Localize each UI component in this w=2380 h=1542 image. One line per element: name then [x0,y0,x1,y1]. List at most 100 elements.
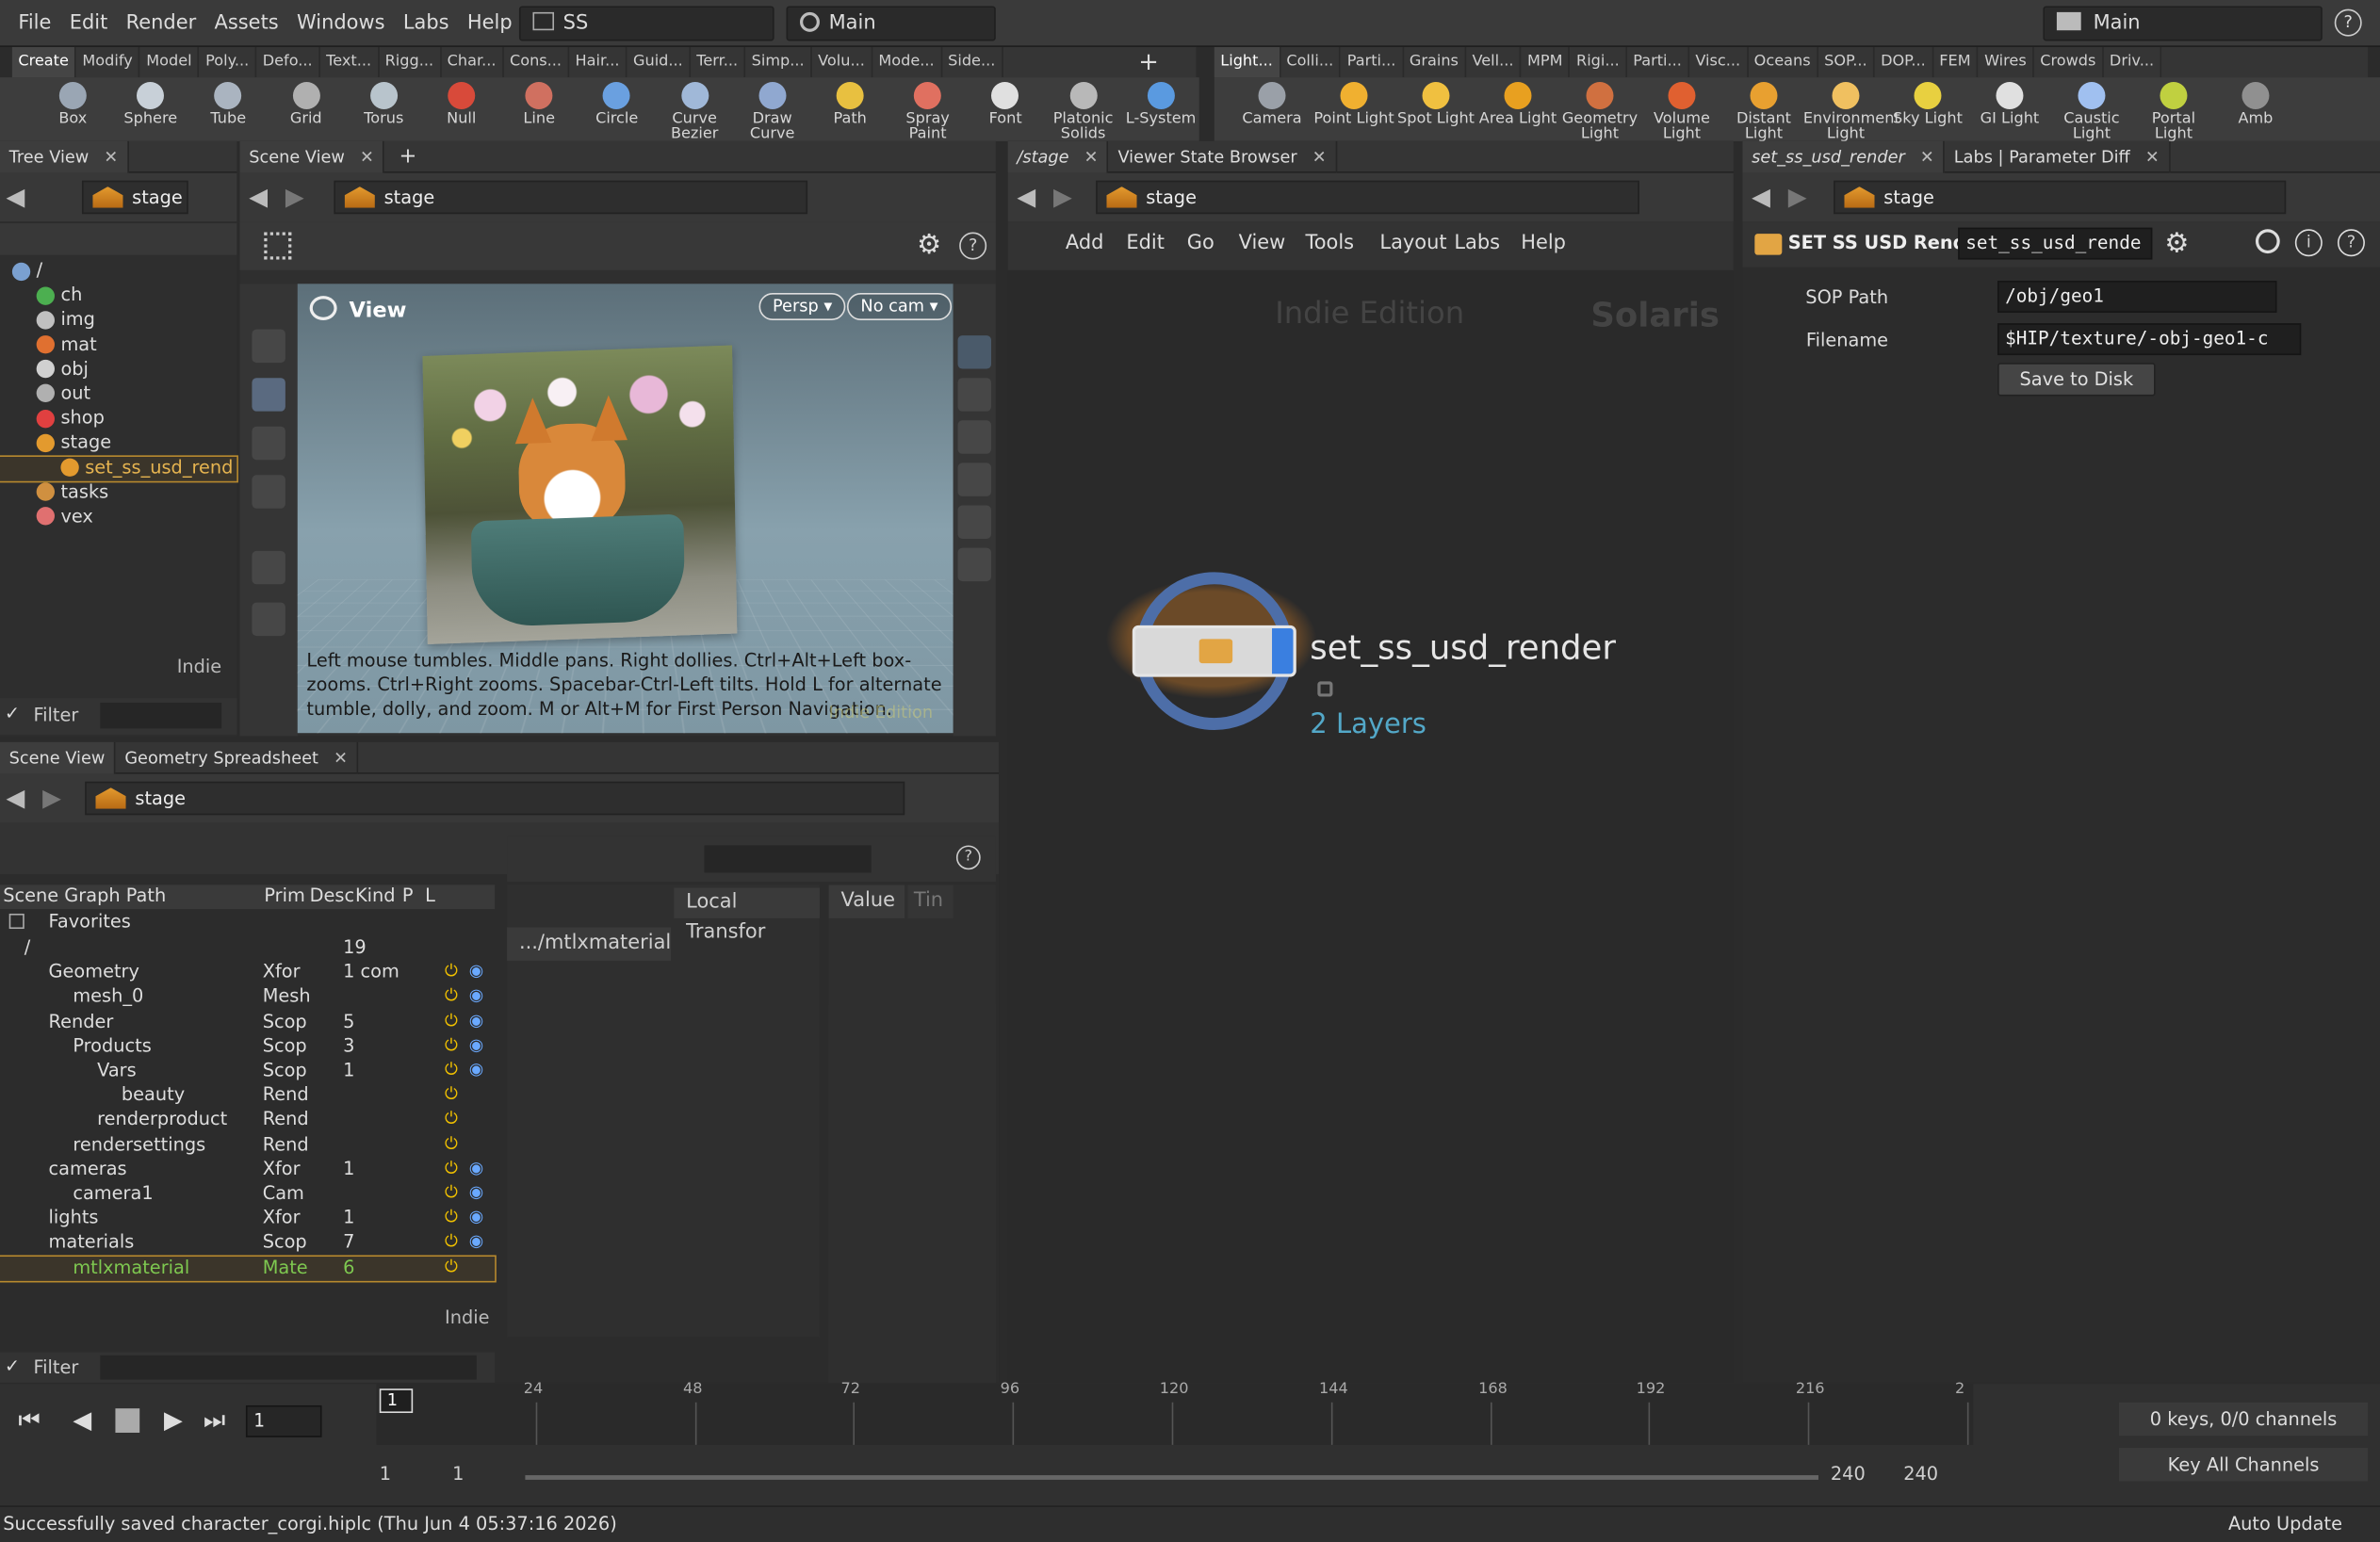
shelf-tab[interactable]: Light... [1214,46,1280,78]
add-tab-icon[interactable]: + [390,141,426,173]
shelf-tab[interactable]: Side... [942,46,1003,78]
table-row[interactable]: mesh_0 Mesh ⏻ ◉ [0,985,495,1010]
shelf-tool-circle[interactable]: Circle [575,77,660,141]
tree-item[interactable]: out [0,382,236,407]
persp-menu[interactable]: Persp ▾ [758,292,846,320]
current-frame-marker[interactable]: 1 [379,1388,414,1414]
close-icon[interactable]: ✕ [104,147,118,167]
visibility-eye-icon[interactable]: ◉ [469,1207,483,1226]
power-icon[interactable]: ⏻ [445,1158,458,1179]
shelf-tab[interactable]: Char... [441,46,504,78]
table-row[interactable]: beauty Rend ⏻ [0,1084,495,1109]
back-arrow-icon[interactable]: ◀ [1752,182,1770,211]
power-icon[interactable]: ⏻ [445,1010,458,1031]
shelf-tab[interactable]: SOP... [1818,46,1875,78]
shelf-tab[interactable]: Defo... [256,46,320,78]
menu-edit[interactable]: Edit [60,0,117,46]
shelf-tool-sphere[interactable]: Sphere [108,77,193,141]
shelf-tool-distant-light[interactable]: Distant Light [1721,77,1806,142]
tree-item[interactable]: tasks [0,480,236,505]
auto-update-label[interactable]: Auto Update [2228,1513,2342,1534]
power-icon[interactable]: ⏻ [445,1035,458,1057]
tree-filter-field[interactable] [100,702,222,729]
shelf-tool-portal-light[interactable]: Portal Light [2131,77,2216,142]
shelf-tool-volume-light[interactable]: Volume Light [1639,77,1724,142]
network-path[interactable]: stage [1096,180,1639,215]
header-kind[interactable]: Kind [355,885,396,906]
shelf-tab[interactable]: Parti... [1627,46,1689,78]
shelf-tool-line[interactable]: Line [497,77,581,141]
shelf-tab[interactable]: Wires [1979,46,2034,78]
shelf-tool-grid[interactable]: Grid [264,77,349,141]
header-desc[interactable]: Desc [310,885,354,906]
shelf-tab[interactable]: MPM [1522,46,1571,78]
shelf-tab[interactable]: Vell... [1466,46,1522,78]
network-menu-tools[interactable]: Tools [1305,233,1354,255]
close-icon[interactable]: ✕ [1920,147,1934,167]
grid-menu-icon[interactable] [264,232,292,260]
right-context-selector[interactable]: Main [2043,6,2323,41]
power-icon[interactable]: ⏻ [445,985,458,1007]
save-to-disk-button[interactable]: Save to Disk [1997,363,2156,397]
forward-arrow-icon[interactable]: ▶ [1788,182,1807,211]
header-l[interactable]: L [425,885,435,906]
shelf-tool-torus[interactable]: Torus [341,77,426,141]
usd-render-node[interactable] [1132,625,1296,677]
shelf-tab[interactable]: Volu... [812,46,872,78]
visibility-eye-icon[interactable]: ◉ [469,985,483,1005]
table-row[interactable]: Render Scop 5 ⏻ ◉ [0,1010,495,1034]
parameter-tab[interactable]: set_ss_usd_render ✕ [1742,140,1946,173]
back-arrow-icon[interactable]: ◀ [249,182,268,211]
shelf-tool-spot-light[interactable]: Spot Light [1394,77,1478,141]
node-search-icon[interactable] [2255,229,2280,254]
sg-filter-field[interactable] [100,1355,477,1380]
visibility-eye-icon[interactable]: ◉ [469,1060,483,1079]
table-row[interactable]: lights Xfor 1 ⏻ ◉ [0,1207,495,1231]
table-row[interactable]: cameras Xfor 1 ⏻ ◉ [0,1158,495,1182]
shelf-tab[interactable]: Oceans [1748,46,1818,78]
network-tab[interactable]: /stage ✕ [1007,140,1109,173]
shelf-tool-null[interactable]: Null [419,77,504,141]
forward-arrow-icon[interactable]: ▶ [1053,182,1072,211]
table-row[interactable]: renderproduct Rend ⏻ [0,1109,495,1133]
range-end2-label[interactable]: 240 [1903,1463,1938,1485]
parameter-tab[interactable]: Labs | Parameter Diff ✕ [1945,140,2171,173]
favorites-row[interactable]: Favorites [0,911,495,935]
shelf-tab[interactable]: Simp... [745,46,812,78]
visibility-eye-icon[interactable]: ◉ [469,1010,483,1030]
back-arrow-icon[interactable]: ◀ [6,182,24,211]
table-row[interactable]: mtlxmaterial Mate 6 ⏻ [0,1254,497,1283]
shelf-tab[interactable]: Guid... [628,46,691,78]
close-icon[interactable]: ✕ [2145,147,2160,167]
visibility-eye-icon[interactable]: ◉ [469,1231,483,1251]
shelf-tab[interactable]: Text... [320,46,380,78]
shelf-tab[interactable]: Model [140,46,200,78]
shelf-tab[interactable]: Modify [76,46,140,78]
range-slider-track[interactable] [525,1475,1818,1480]
menu-file[interactable]: File [9,0,60,46]
shelf-tool-camera[interactable]: Camera [1230,77,1314,141]
visibility-eye-icon[interactable]: ◉ [469,1158,483,1177]
power-icon[interactable]: ⏻ [445,1207,458,1228]
shelf-tool-tube[interactable]: Tube [186,77,270,141]
power-icon[interactable]: ⏻ [445,961,458,982]
sop-path-field[interactable]: /obj/geo1 [1997,281,2277,313]
help-icon[interactable]: ? [2334,8,2362,37]
shelf-tab[interactable]: Visc... [1689,46,1749,78]
tab-scene-view[interactable]: Scene View ✕ [239,140,385,173]
shelf-tab[interactable]: DOP... [1875,46,1933,78]
shelf-tool-box[interactable]: Box [30,77,115,141]
shelf-tab[interactable]: Cons... [504,46,570,78]
shelf-tab[interactable]: Crowds [2034,46,2104,78]
header-path[interactable]: Scene Graph Path [3,885,166,906]
tree-item[interactable]: shop [0,407,236,431]
filter-check-icon[interactable]: ✓ [5,703,20,724]
tree-item[interactable]: vex [0,505,236,529]
shelf-tool-curve-bezier[interactable]: Curve Bezier [652,77,737,142]
shelf-tool-sky-light[interactable]: Sky Light [1885,77,1970,141]
settings-gear-icon[interactable]: ⚙ [917,229,941,261]
shelf-tool-draw-curve[interactable]: Draw Curve [730,77,815,142]
network-menu-add[interactable]: Add [1066,233,1104,255]
spreadsheet-item[interactable]: .../mtlxmaterial [507,927,671,961]
network-menu-view[interactable]: View [1239,233,1286,255]
